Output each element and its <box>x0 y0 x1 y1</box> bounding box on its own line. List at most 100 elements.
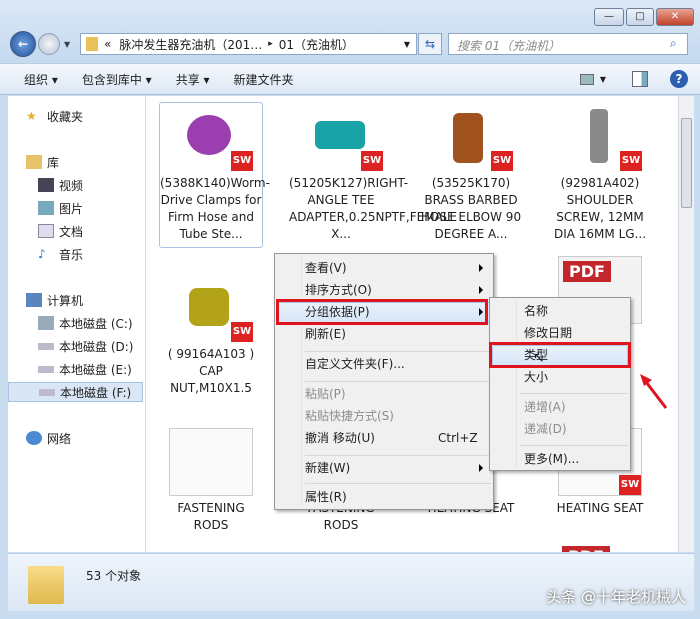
menu-item-paste[interactable]: 粘贴(P) <box>305 384 346 404</box>
part-thumbnail <box>453 113 483 163</box>
help-icon[interactable]: ? <box>670 70 688 88</box>
submenu-item-size[interactable]: 大小 <box>524 367 548 387</box>
sidebar-label: 音乐 <box>59 247 84 262</box>
file-item[interactable]: FASTENING RODS <box>159 428 263 534</box>
picture-icon <box>38 201 54 215</box>
drive-icon <box>39 388 55 396</box>
breadcrumb-segment[interactable]: 脉冲发生器充油机（201… <box>119 36 262 53</box>
mouse-cursor-icon: ↖ <box>533 350 545 366</box>
solidworks-icon: SW <box>620 151 642 171</box>
menu-item-refresh[interactable]: 刷新(E) <box>305 324 346 344</box>
share-button[interactable]: 共享 ▾ <box>164 71 222 88</box>
star-icon: ★ <box>26 109 37 123</box>
file-name: (92981A402) SHOULDER SCREW, 12MM DIA 16M… <box>553 176 647 241</box>
folder-icon <box>28 566 64 604</box>
file-item[interactable]: SW (51205K127)RIGHT-ANGLE TEE ADAPTER,0.… <box>289 103 458 243</box>
part-thumbnail <box>590 109 608 163</box>
breadcrumb-segment[interactable]: 01（充油机） <box>279 36 354 53</box>
address-overflow[interactable]: « <box>104 37 111 51</box>
library-icon <box>26 155 42 169</box>
sidebar-label: 图片 <box>59 201 84 216</box>
breadcrumb-separator[interactable]: ▸ <box>268 39 273 49</box>
file-item[interactable]: SW (92981A402) SHOULDER SCREW, 12MM DIA … <box>548 103 652 243</box>
forward-button[interactable] <box>38 33 60 55</box>
solidworks-icon: SW <box>491 151 513 171</box>
submenu-item-descending[interactable]: 递减(D) <box>524 419 567 439</box>
address-dropdown[interactable]: ▼ <box>404 40 410 49</box>
preview-pane-icon[interactable] <box>632 71 648 87</box>
organize-button[interactable]: 组织 ▾ <box>12 71 70 88</box>
menu-item-view[interactable]: 查看(V) <box>305 258 347 278</box>
file-name: FASTENING RODS <box>177 501 245 532</box>
pdf-icon: PDF <box>562 546 610 552</box>
refresh-button[interactable]: ⇆ <box>418 33 442 55</box>
sidebar-label: 网络 <box>47 431 72 446</box>
file-item[interactable]: SW (53525K170) BRASS BARBED HOSE ELBOW 9… <box>419 103 523 243</box>
vertical-scrollbar[interactable] <box>678 96 694 552</box>
pdf-icon: PDF <box>563 261 611 282</box>
submenu-item-name[interactable]: 名称 <box>524 301 548 321</box>
context-menu: 查看(V) 排序方式(O) 分组依据(P) 刷新(E) 自定义文件夹(F)...… <box>274 253 494 510</box>
sidebar-label: 本地磁盘 (D:) <box>59 339 134 354</box>
menu-item-undo-move[interactable]: 撤消 移动(U) <box>305 428 375 448</box>
submenu-item-ascending[interactable]: 递增(A) <box>524 397 566 417</box>
part-thumbnail <box>189 288 229 326</box>
sidebar-item-computer[interactable]: 计算机 <box>26 290 161 310</box>
sidebar-label: 文档 <box>59 224 84 239</box>
file-item[interactable]: SW ( 99164A103 ) CAP NUT,M10X1.5 <box>159 274 263 397</box>
file-item[interactable]: PDF <box>548 544 652 552</box>
file-name: (51205K127)RIGHT-ANGLE TEE ADAPTER,0.25N… <box>289 176 458 241</box>
minimize-button[interactable]: — <box>594 8 624 26</box>
watermark: 头条 @十年老机械人 <box>546 588 686 606</box>
navigation-pane: ★ 收藏夹 库 视频 图片 文档 ♪ 音乐 计算机 本地磁盘 (C:) 本地磁盘 (… <box>8 96 145 552</box>
part-thumbnail <box>315 121 365 149</box>
video-icon <box>38 178 54 192</box>
maximize-button[interactable]: □ <box>626 8 654 26</box>
scrollbar-thumb[interactable] <box>681 118 692 208</box>
menu-item-properties[interactable]: 属性(R) <box>305 487 347 507</box>
back-button[interactable]: ← <box>10 31 36 57</box>
sidebar-item-favorites[interactable]: ★ 收藏夹 <box>26 106 161 126</box>
recent-pages-dropdown[interactable]: ▼ <box>64 40 70 49</box>
sidebar-item-drive-f[interactable]: 本地磁盘 (F:) <box>8 382 143 402</box>
drive-icon <box>38 342 54 350</box>
part-thumbnail <box>187 115 231 155</box>
file-item[interactable]: SW (5388K140)Worm-Drive Clamps for Firm … <box>159 102 270 248</box>
sidebar-item-libraries[interactable]: 库 <box>26 152 161 172</box>
address-bar[interactable]: « 脉冲发生器充油机（201… ▸ 01（充油机） ▼ <box>80 33 417 55</box>
file-name: (53525K170) BRASS BARBED HOSE ELBOW 90 D… <box>420 176 522 241</box>
shortcut-label: Ctrl+Z <box>438 431 478 445</box>
sidebar-label: 本地磁盘 (F:) <box>60 385 132 400</box>
music-icon: ♪ <box>38 247 46 261</box>
highlight-box <box>489 342 631 368</box>
document-icon <box>38 224 54 238</box>
highlight-box <box>276 299 488 325</box>
solidworks-icon: SW <box>231 322 253 342</box>
solidworks-icon: SW <box>361 151 383 171</box>
submenu-item-date-modified[interactable]: 修改日期 <box>524 323 572 343</box>
network-icon <box>26 431 42 445</box>
sidebar-label: 收藏夹 <box>47 109 84 124</box>
menu-item-customize-folder[interactable]: 自定义文件夹(F)... <box>305 354 405 374</box>
close-button[interactable]: ✕ <box>656 8 694 26</box>
drive-icon <box>38 365 54 373</box>
group-by-submenu: 名称 修改日期 类型 大小 递增(A) 递减(D) 更多(M)... <box>489 297 631 471</box>
menu-item-paste-shortcut[interactable]: 粘贴快捷方式(S) <box>305 406 394 426</box>
file-name: (5388K140)Worm-Drive Clamps for Firm Hos… <box>160 176 270 241</box>
view-dropdown[interactable]: ▼ <box>600 75 606 84</box>
menu-item-sort-by[interactable]: 排序方式(O) <box>305 280 372 300</box>
folder-icon <box>86 37 98 51</box>
sidebar-label: 库 <box>47 155 60 170</box>
sidebar-item-network[interactable]: 网络 <box>26 428 161 448</box>
include-in-library-button[interactable]: 包含到库中 ▾ <box>70 71 164 88</box>
red-arrow-icon <box>640 374 668 409</box>
menu-item-new[interactable]: 新建(W) <box>305 458 350 478</box>
search-input[interactable]: 搜索 01（充油机） <box>448 33 688 55</box>
search-icon: ⌕ <box>670 36 677 50</box>
new-folder-button[interactable]: 新建文件夹 <box>222 71 306 88</box>
file-name: ( 99164A103 ) CAP NUT,M10X1.5 <box>167 347 255 395</box>
change-view-icon[interactable] <box>579 73 594 85</box>
sidebar-label: 本地磁盘 (C:) <box>59 316 133 331</box>
submenu-item-more[interactable]: 更多(M)... <box>524 449 579 469</box>
sidebar-label: 计算机 <box>47 293 84 308</box>
